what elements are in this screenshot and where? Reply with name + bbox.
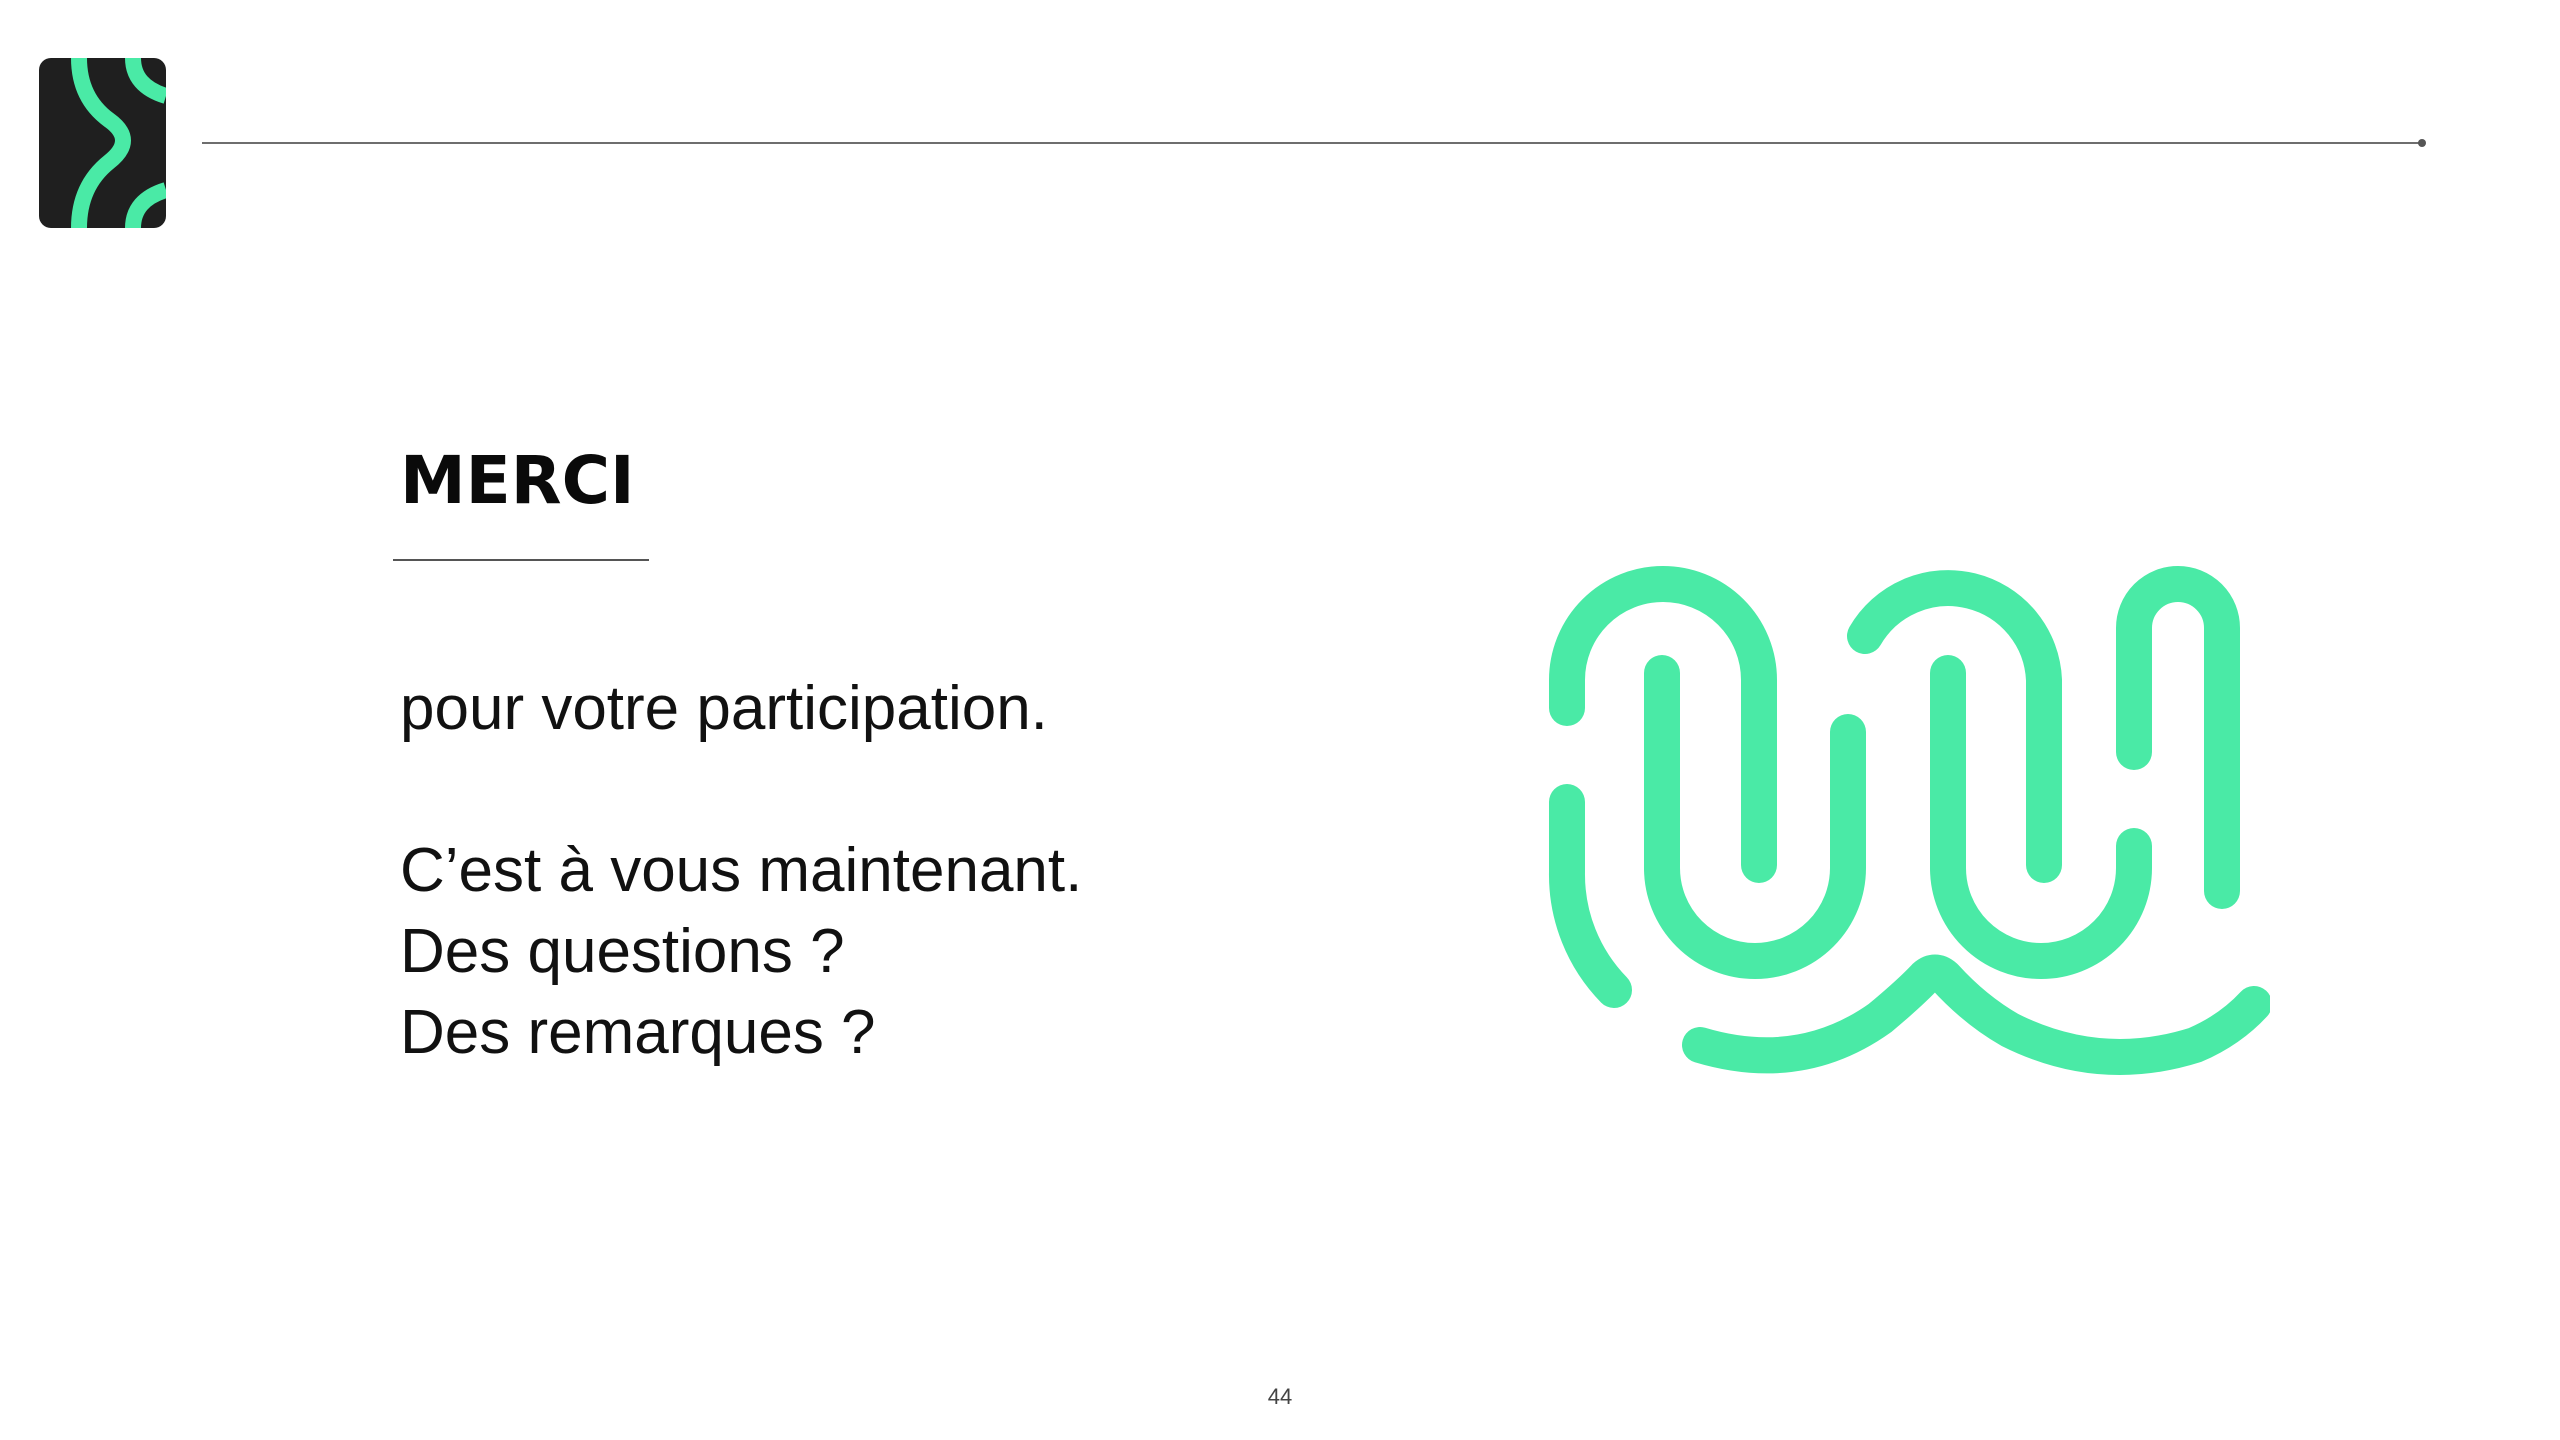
brand-logo-icon xyxy=(39,58,166,228)
page-number: 44 xyxy=(1267,1384,1293,1409)
body-line-participation: pour votre participation. xyxy=(400,674,1048,743)
body-line-questions: Des questions ? xyxy=(400,917,845,986)
wave-pattern-graphic xyxy=(1548,566,2270,1075)
slide-title: MERCI xyxy=(400,442,635,519)
body-text: pour votre participation. C’est à vous m… xyxy=(400,668,1400,1073)
body-line-your-turn: C’est à vous maintenant. xyxy=(400,836,1083,905)
slide: MERCI pour votre participation. C’est à … xyxy=(0,0,2560,1440)
header-divider xyxy=(202,142,2422,144)
body-line-remarks: Des remarques ? xyxy=(400,998,876,1067)
header-divider-end-dot xyxy=(2418,139,2426,147)
body-spacer xyxy=(400,749,1400,830)
title-underline xyxy=(393,559,649,561)
